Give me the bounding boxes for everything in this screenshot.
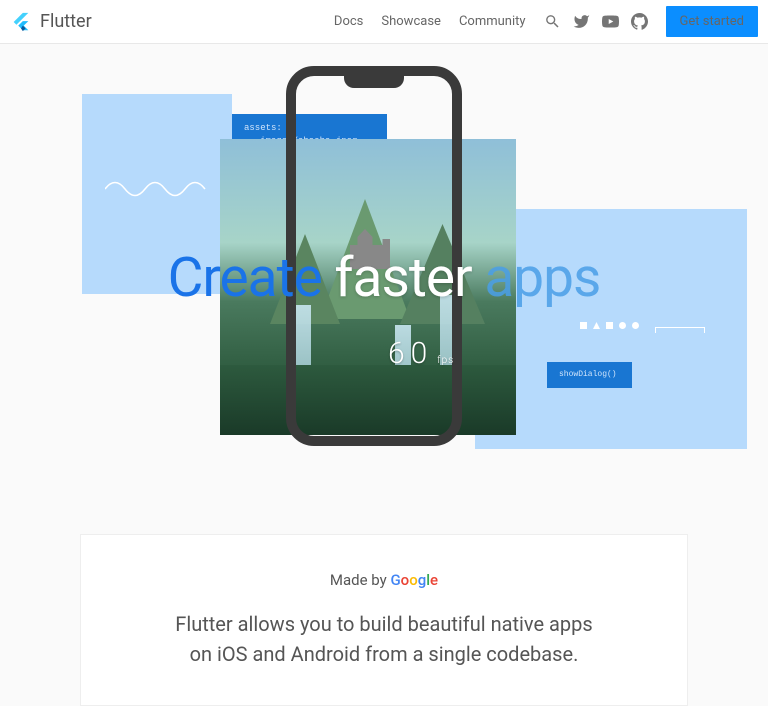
nav-community[interactable]: Community xyxy=(459,14,526,29)
headline-word-3: apps xyxy=(484,246,600,310)
fps-label: fps xyxy=(437,355,454,366)
youtube-icon[interactable] xyxy=(602,13,619,30)
get-started-button[interactable]: Get started xyxy=(666,6,758,37)
tagline-text: Flutter allows you to build beautiful na… xyxy=(164,609,604,669)
headline-word-1: Create xyxy=(168,246,322,310)
wave-decoration xyxy=(105,174,215,204)
site-header: Flutter Docs Showcase Community Get star… xyxy=(0,0,768,44)
intro-card: Made by Google Flutter allows you to bui… xyxy=(80,534,688,706)
nav-showcase[interactable]: Showcase xyxy=(381,14,441,29)
github-icon[interactable] xyxy=(631,13,648,30)
nav-docs[interactable]: Docs xyxy=(334,14,363,29)
logo[interactable]: Flutter xyxy=(10,11,92,33)
brand-name: Flutter xyxy=(40,11,92,32)
fps-number: 60 xyxy=(388,336,433,371)
search-icon[interactable] xyxy=(544,13,561,30)
decorative-line xyxy=(655,327,705,328)
fps-indicator: 60 fps xyxy=(388,336,454,371)
made-by-text: Made by Google xyxy=(121,571,647,589)
flutter-logo-icon xyxy=(10,11,32,33)
code-snippet-dialog: showDialog() xyxy=(547,362,632,388)
hero-section: assets: - images/abaaba.jpeg - images/fe… xyxy=(0,44,768,484)
nav-icons xyxy=(544,13,648,30)
headline-word-2: faster xyxy=(334,246,471,310)
twitter-icon[interactable] xyxy=(573,13,590,30)
hero-headline: Create faster apps xyxy=(0,246,768,310)
decorative-shapes xyxy=(580,322,639,329)
google-logo-text: Google xyxy=(390,571,438,589)
main-nav: Docs Showcase Community Get started xyxy=(334,6,758,37)
